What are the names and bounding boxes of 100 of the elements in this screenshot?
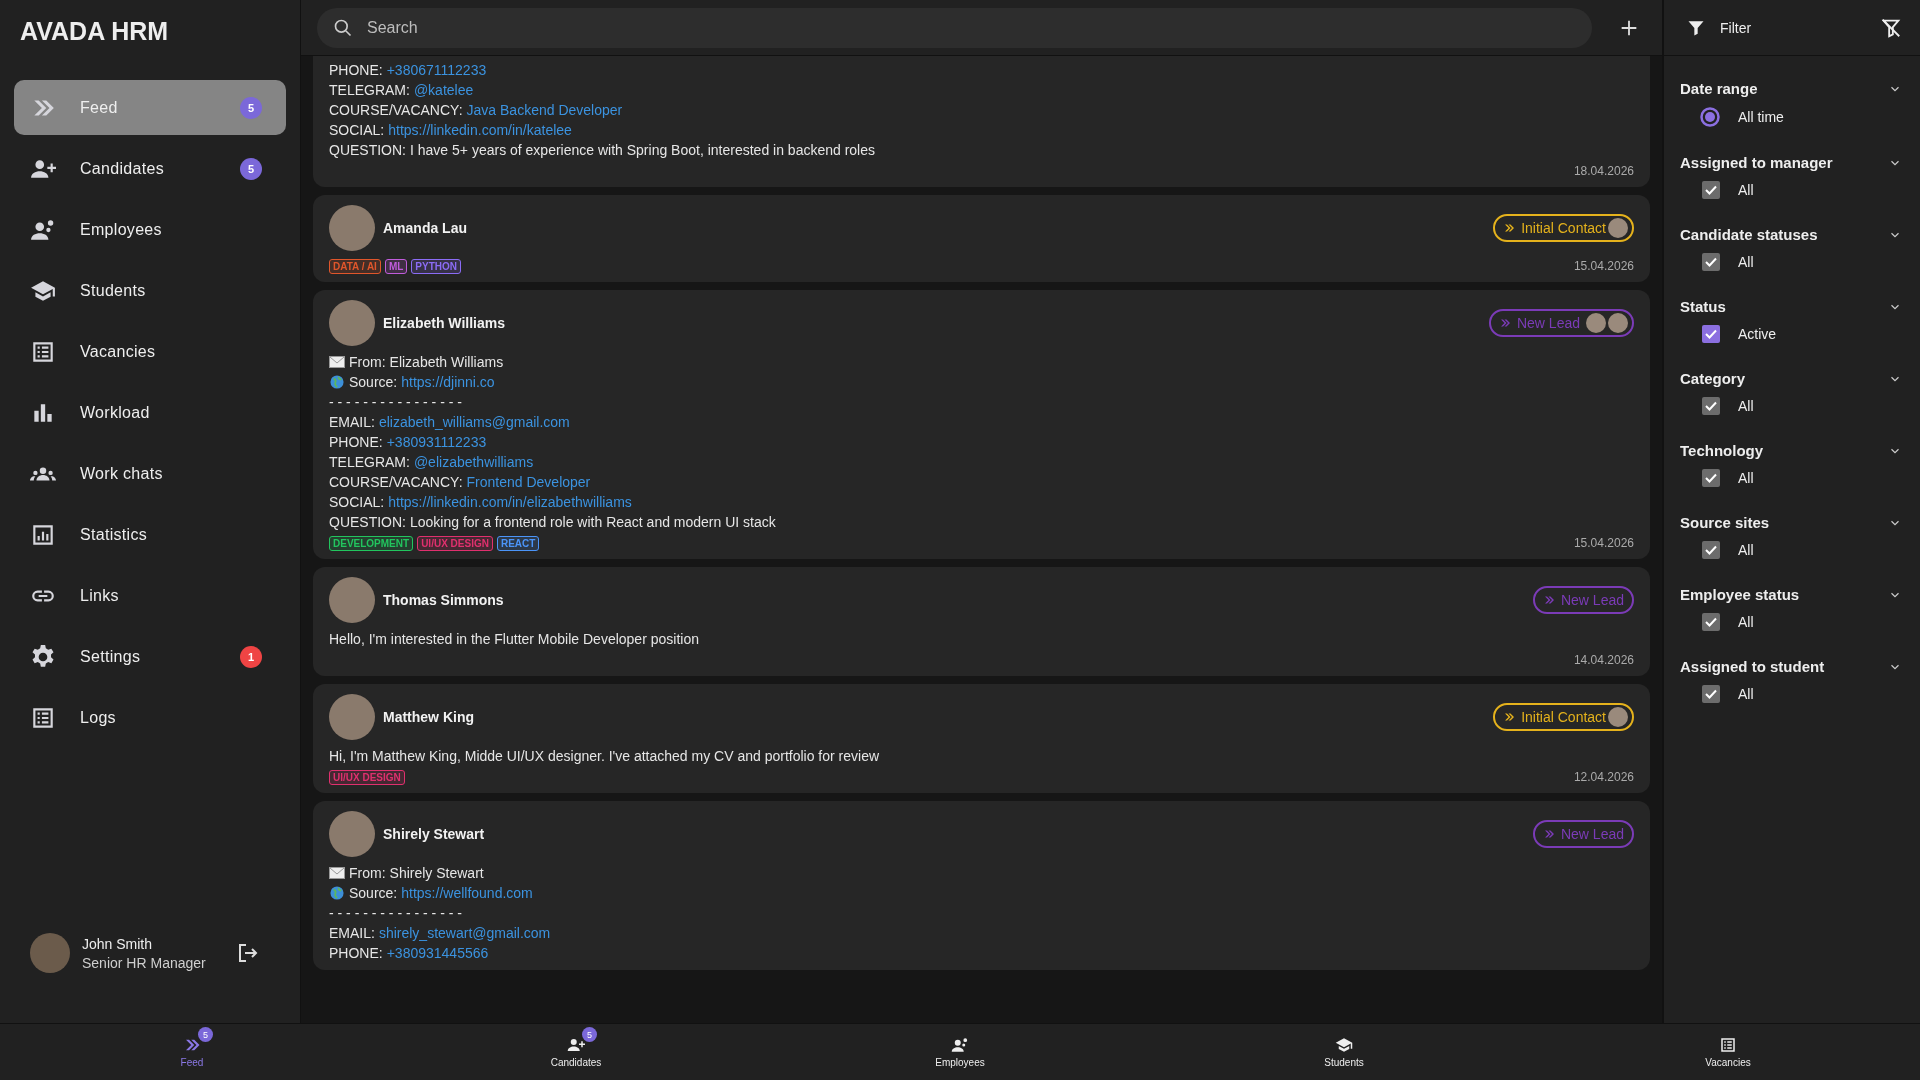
filter-option: All bbox=[1738, 542, 1754, 558]
field-value: Looking for a frontend role with React and modern UI stack bbox=[410, 513, 776, 532]
bottom-nav-tab[interactable]: Employees bbox=[768, 1024, 1152, 1080]
sidebar-item[interactable]: Feed 5 bbox=[14, 80, 286, 135]
sidebar-item[interactable]: Students bbox=[14, 263, 286, 318]
count-badge: 5 bbox=[240, 157, 262, 180]
globe-icon bbox=[329, 375, 345, 389]
field-link[interactable]: elizabeth_williams@gmail.com bbox=[378, 412, 570, 432]
filter-section-title: Source sites bbox=[1680, 514, 1770, 531]
count-badge: 1 bbox=[240, 645, 262, 668]
filter-option: All bbox=[1738, 614, 1754, 630]
field-link[interactable]: https://djinni.co bbox=[401, 372, 495, 392]
field-label: TELEGRAM: bbox=[329, 453, 410, 472]
radio-button[interactable] bbox=[1700, 107, 1720, 127]
field-link[interactable]: https://linkedin.com/in/elizabethwilliams bbox=[388, 492, 632, 512]
logout-icon[interactable] bbox=[236, 941, 260, 965]
double-chevron-icon bbox=[1498, 317, 1511, 329]
checkbox[interactable] bbox=[1702, 325, 1720, 343]
field-label: COURSE/VACANCY: bbox=[329, 101, 463, 120]
filter-title: Filter bbox=[1720, 19, 1753, 36]
count-badge: 5 bbox=[240, 96, 262, 119]
bottom-nav-tab[interactable]: Vacancies bbox=[1536, 1024, 1920, 1080]
field-link[interactable]: @elizabethwilliams bbox=[413, 452, 534, 472]
user-role: Senior HR Manager bbox=[82, 954, 207, 971]
field-value: Elizabeth Williams bbox=[389, 353, 504, 372]
field-label: EMAIL: bbox=[329, 413, 375, 432]
field-link[interactable]: shirely_stewart@gmail.com bbox=[378, 923, 551, 943]
sidebar-item[interactable]: Statistics bbox=[14, 507, 286, 562]
avatar bbox=[30, 933, 70, 973]
candidate-name: Amanda Lau bbox=[383, 220, 468, 236]
filter-option: All bbox=[1738, 182, 1754, 198]
field-label: EMAIL: bbox=[329, 924, 375, 943]
filter-section-title: Date range bbox=[1680, 80, 1758, 97]
avatar bbox=[329, 300, 375, 346]
double-chevron-icon bbox=[1542, 594, 1555, 606]
sidebar-item[interactable]: Links bbox=[14, 568, 286, 623]
message-text: Hello, I'm interested in the Flutter Mobile Developer position bbox=[329, 630, 700, 649]
message-date: 15.04.2026 bbox=[1573, 536, 1634, 550]
field-value: Shirely Stewart bbox=[389, 864, 484, 883]
field-label: From: bbox=[349, 864, 386, 883]
status-badge[interactable]: Initial Contact bbox=[1493, 214, 1634, 242]
sidebar-item[interactable]: Logs bbox=[14, 690, 286, 745]
field-label: PHONE: bbox=[329, 944, 383, 963]
field-link[interactable]: +380931445566 bbox=[386, 943, 489, 963]
field-link[interactable]: @katelee bbox=[413, 80, 474, 100]
field-label: PHONE: bbox=[329, 433, 383, 452]
field-label: TELEGRAM: bbox=[329, 81, 410, 100]
bottom-nav-tab[interactable]: 5 Feed bbox=[0, 1024, 384, 1080]
category-tag: UI/UX DESIGN bbox=[417, 535, 493, 551]
clear-filter-icon[interactable] bbox=[1880, 16, 1902, 39]
search-field[interactable]: Search bbox=[317, 7, 1592, 48]
filter-option: All bbox=[1738, 254, 1754, 270]
sidebar-item[interactable]: Workload bbox=[14, 385, 286, 440]
avatar bbox=[329, 205, 375, 251]
separator-text: - - - - - - - - - - - - - - - - bbox=[329, 904, 463, 923]
double-chevron-icon bbox=[1542, 828, 1555, 840]
sidebar-item[interactable]: Candidates 5 bbox=[14, 141, 286, 196]
globe-icon bbox=[329, 886, 345, 900]
category-tag: REACT bbox=[496, 535, 540, 551]
field-link[interactable]: +380671112233 bbox=[386, 60, 487, 80]
field-label: SOCIAL: bbox=[329, 121, 385, 140]
bottom-nav-tab[interactable]: 5 Candidates bbox=[384, 1024, 768, 1080]
sidebar-item[interactable]: Settings 1 bbox=[14, 629, 286, 684]
filter-option: All bbox=[1738, 686, 1754, 702]
double-chevron-icon bbox=[1503, 711, 1516, 723]
field-label: From: bbox=[349, 353, 386, 372]
field-label: QUESTION: bbox=[329, 141, 406, 160]
envelope-icon bbox=[329, 355, 345, 369]
bottom-nav-tab[interactable]: Students bbox=[1152, 1024, 1536, 1080]
category-tag: DEVELOPMENT bbox=[329, 535, 414, 551]
filter-option: Active bbox=[1738, 326, 1777, 342]
field-link[interactable]: Frontend Developer bbox=[466, 472, 591, 492]
field-link[interactable]: Java Backend Developer bbox=[466, 100, 623, 120]
sidebar-item[interactable]: Work chats bbox=[14, 446, 286, 501]
filter-section-title: Technology bbox=[1680, 442, 1764, 459]
field-link[interactable]: +380931112233 bbox=[386, 432, 487, 452]
field-label: SOCIAL: bbox=[329, 493, 385, 512]
user-name: John Smith bbox=[82, 935, 154, 952]
field-link[interactable]: https://linkedin.com/in/katelee bbox=[388, 120, 572, 140]
field-link[interactable]: https://wellfound.com bbox=[401, 883, 533, 903]
candidate-name: Thomas Simmons bbox=[383, 592, 505, 608]
sidebar-item[interactable]: Employees bbox=[14, 202, 286, 257]
filter-section-title: Assigned to manager bbox=[1680, 154, 1833, 171]
message-date: 12.04.2026 bbox=[1573, 770, 1634, 784]
category-tag: UI/UX DESIGN bbox=[329, 769, 405, 785]
filter-option: All bbox=[1738, 470, 1754, 486]
status-badge[interactable]: Initial Contact bbox=[1493, 703, 1634, 731]
filter-section-title: Assigned to student bbox=[1680, 658, 1825, 675]
filter-option: All bbox=[1738, 398, 1754, 414]
field-value: I have 5+ years of experience with Spring Boot, interested in backend roles bbox=[410, 141, 875, 160]
sidebar-item[interactable]: Vacancies bbox=[14, 324, 286, 379]
field-label: COURSE/VACANCY: bbox=[329, 473, 463, 492]
double-chevron-icon bbox=[1503, 222, 1516, 234]
app-logo: AVADA HRM bbox=[19, 16, 170, 47]
filter-section-title: Candidate statuses bbox=[1680, 226, 1818, 243]
message-date: 15.04.2026 bbox=[1573, 259, 1634, 273]
field-label: Source: bbox=[349, 884, 398, 903]
message-date: 14.04.2026 bbox=[1573, 653, 1634, 667]
count-badge: 5 bbox=[198, 1027, 213, 1042]
filter-section-title: Status bbox=[1680, 298, 1726, 315]
